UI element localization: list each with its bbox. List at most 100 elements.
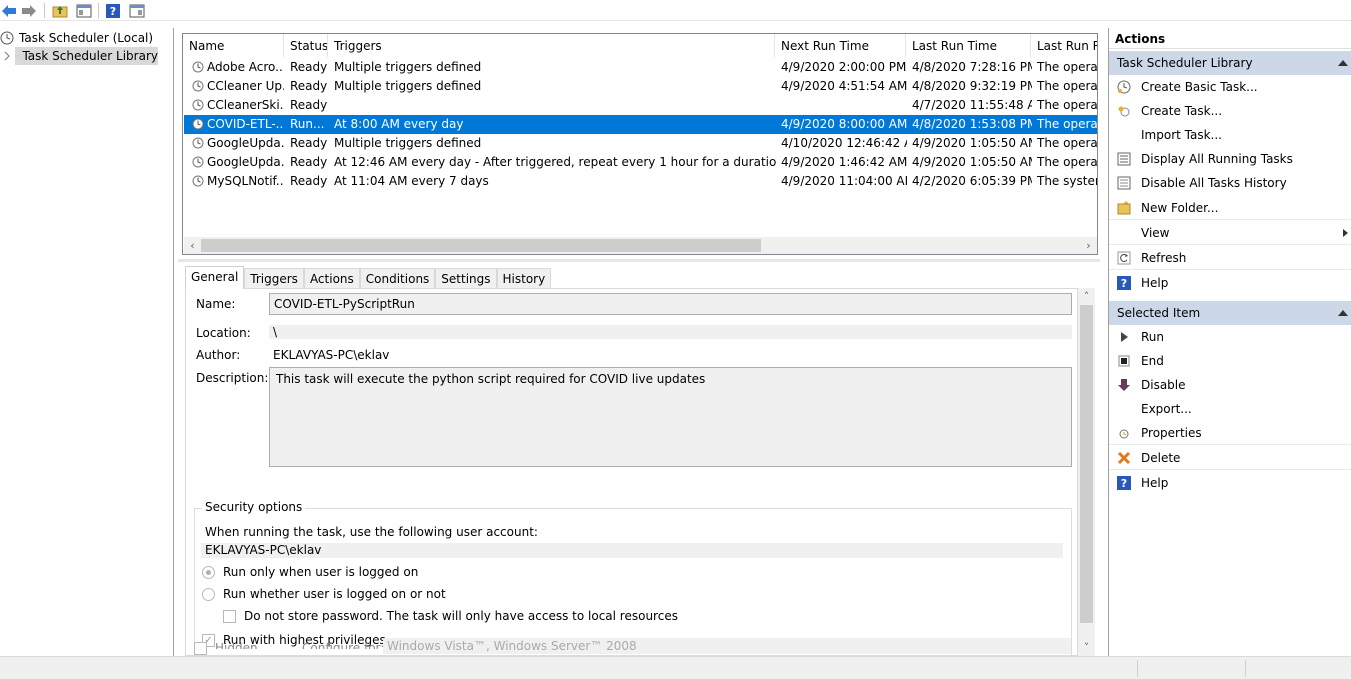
cell-next-run-time: 4/10/2020 12:46:42 AM xyxy=(781,136,907,150)
security-options-title: Security options xyxy=(202,500,306,514)
table-row[interactable]: Adobe Acro... Ready Multiple triggers defi… xyxy=(184,58,1097,77)
action-help-selected[interactable]: ? Help xyxy=(1109,471,1351,495)
action-view[interactable]: View xyxy=(1109,221,1351,245)
cell-last-run-time: 4/8/2020 7:28:16 PM xyxy=(912,60,1032,74)
action-delete[interactable]: Delete xyxy=(1109,446,1351,470)
cell-last-run-result: The operati xyxy=(1037,117,1098,131)
action-disable-tasks-history[interactable]: Disable All Tasks History xyxy=(1109,171,1351,195)
column-header-next-run-time[interactable]: Next Run Time xyxy=(775,34,906,57)
radio-run-logged-on-label: Run only when user is logged on xyxy=(223,565,419,579)
details-tabs: General Triggers Actions Conditions Sett… xyxy=(185,266,552,289)
action-create-task[interactable]: Create Task... xyxy=(1109,99,1351,123)
checkbox-no-store-password[interactable] xyxy=(223,610,236,623)
table-row[interactable]: GoogleUpda... Ready Multiple triggers defi… xyxy=(184,134,1097,153)
table-row[interactable]: MySQLNotif... Ready At 11:04 AM every 7 da… xyxy=(184,172,1097,191)
cell-status: Run... xyxy=(290,117,325,131)
disable-icon xyxy=(1118,379,1130,391)
forward-arrow-icon[interactable] xyxy=(20,2,38,19)
horizontal-scrollbar[interactable]: ‹ › xyxy=(184,237,1097,254)
action-import-task[interactable]: Import Task... xyxy=(1109,123,1351,147)
action-label: End xyxy=(1141,354,1164,368)
scrollbar-thumb[interactable] xyxy=(1080,305,1093,623)
action-export[interactable]: Export... xyxy=(1109,397,1351,421)
create-task-icon xyxy=(1118,106,1130,117)
description-label: Description: xyxy=(196,371,269,385)
checkbox-hidden[interactable] xyxy=(194,642,207,655)
section-selected-item[interactable]: Selected Item xyxy=(1109,301,1351,325)
collapse-icon[interactable] xyxy=(1338,60,1348,66)
help-icon: ? xyxy=(1117,476,1131,490)
section-task-scheduler-library[interactable]: Task Scheduler Library xyxy=(1109,51,1351,75)
cell-triggers: At 8:00 AM every day xyxy=(334,117,464,131)
scroll-up-icon[interactable]: ˄ xyxy=(1078,288,1095,305)
tree-item-label: Task Scheduler Library xyxy=(22,49,158,63)
cell-last-run-time: 4/8/2020 1:53:08 PM xyxy=(912,117,1032,131)
action-refresh[interactable]: Refresh xyxy=(1109,246,1351,270)
action-label: View xyxy=(1141,226,1170,240)
pane-splitter[interactable] xyxy=(178,259,1100,262)
task-list-header: Name Status Triggers Next Run Time Last … xyxy=(183,34,1097,57)
tree-item-local[interactable]: Task Scheduler (Local) xyxy=(0,29,170,47)
tab-actions[interactable]: Actions xyxy=(303,268,360,289)
scrollbar-thumb[interactable] xyxy=(201,239,761,252)
submenu-arrow-icon xyxy=(1343,229,1348,237)
tree-item-library[interactable]: Task Scheduler Library xyxy=(15,47,158,65)
action-new-folder[interactable]: New Folder... xyxy=(1109,196,1351,220)
back-arrow-icon[interactable] xyxy=(0,2,18,19)
action-end[interactable]: End xyxy=(1109,349,1351,373)
action-run[interactable]: Run xyxy=(1109,325,1351,349)
cell-last-run-time: 4/8/2020 9:32:19 PM xyxy=(912,79,1032,93)
table-row[interactable]: GoogleUpda... Ready At 12:46 AM every day … xyxy=(184,153,1097,172)
tab-conditions[interactable]: Conditions xyxy=(359,268,436,289)
collapse-icon[interactable] xyxy=(1338,310,1348,316)
cell-last-run-result: The operati xyxy=(1037,60,1098,74)
help-icon[interactable]: ? xyxy=(104,2,122,19)
action-display-running-tasks[interactable]: Display All Running Tasks xyxy=(1109,147,1351,171)
show-hide-console-tree-icon[interactable] xyxy=(75,2,93,19)
up-folder-icon[interactable] xyxy=(51,2,69,19)
display-running-tasks-icon xyxy=(1117,152,1131,166)
action-disable[interactable]: Disable xyxy=(1109,373,1351,397)
name-field[interactable]: COVID-ETL-PyScriptRun xyxy=(269,293,1072,315)
cell-triggers: Multiple triggers defined xyxy=(334,79,482,93)
tab-settings[interactable]: Settings xyxy=(435,268,497,289)
show-hide-action-pane-icon[interactable] xyxy=(128,2,146,19)
tab-triggers[interactable]: Triggers xyxy=(244,268,304,289)
name-label: Name: xyxy=(196,297,236,311)
cell-name: COVID-ETL-... xyxy=(207,117,284,131)
tab-general[interactable]: General xyxy=(185,266,245,289)
description-field[interactable]: This task will execute the python script… xyxy=(269,367,1072,467)
action-label: Create Task... xyxy=(1141,104,1223,118)
tab-history[interactable]: History xyxy=(496,268,552,289)
configure-for-select[interactable]: Windows Vista™, Windows Server™ 2008 xyxy=(383,638,1071,654)
action-create-basic-task[interactable]: Create Basic Task... xyxy=(1109,75,1351,99)
radio-run-logged-on[interactable] xyxy=(202,566,215,579)
table-row[interactable]: COVID-ETL-... Run... At 8:00 AM every day 4… xyxy=(184,115,1097,134)
action-label: Display All Running Tasks xyxy=(1141,152,1293,166)
location-field[interactable]: \ xyxy=(269,325,1072,339)
scroll-left-icon[interactable]: ‹ xyxy=(184,237,201,254)
radio-run-whether-logged-on[interactable] xyxy=(202,588,215,601)
properties-icon xyxy=(1119,429,1129,439)
column-header-name[interactable]: Name xyxy=(183,34,284,57)
table-row[interactable]: CCleaner Up... Ready Multiple triggers def… xyxy=(184,77,1097,96)
action-properties[interactable]: Properties xyxy=(1109,421,1351,445)
action-label: Disable All Tasks History xyxy=(1141,176,1287,190)
actions-pane: Actions Task Scheduler Library Create Ba… xyxy=(1108,28,1351,656)
cell-name: GoogleUpda... xyxy=(207,155,284,169)
cell-next-run-time: 4/9/2020 1:46:42 AM xyxy=(781,155,907,169)
chevron-right-icon[interactable] xyxy=(3,47,15,65)
column-header-last-run-time[interactable]: Last Run Time xyxy=(906,34,1031,57)
cell-triggers: Multiple triggers defined xyxy=(334,60,482,74)
vertical-scrollbar[interactable]: ˄ ˅ xyxy=(1078,288,1095,656)
column-header-status[interactable]: Status xyxy=(284,34,328,57)
scroll-down-icon[interactable]: ˅ xyxy=(1078,639,1095,656)
action-label: Refresh xyxy=(1141,251,1187,265)
action-help-library[interactable]: ? Help xyxy=(1109,271,1351,295)
column-header-last-run-result[interactable]: Last Run Re xyxy=(1031,34,1097,57)
scroll-right-icon[interactable]: › xyxy=(1080,237,1097,254)
table-row[interactable]: CCleanerSki... Ready 4/7/2020 11:55:48 AM T… xyxy=(184,96,1097,115)
author-value: EKLAVYAS-PC\eklav xyxy=(273,348,390,362)
security-account-field[interactable]: EKLAVYAS-PC\eklav xyxy=(201,543,1063,558)
column-header-triggers[interactable]: Triggers xyxy=(328,34,775,57)
